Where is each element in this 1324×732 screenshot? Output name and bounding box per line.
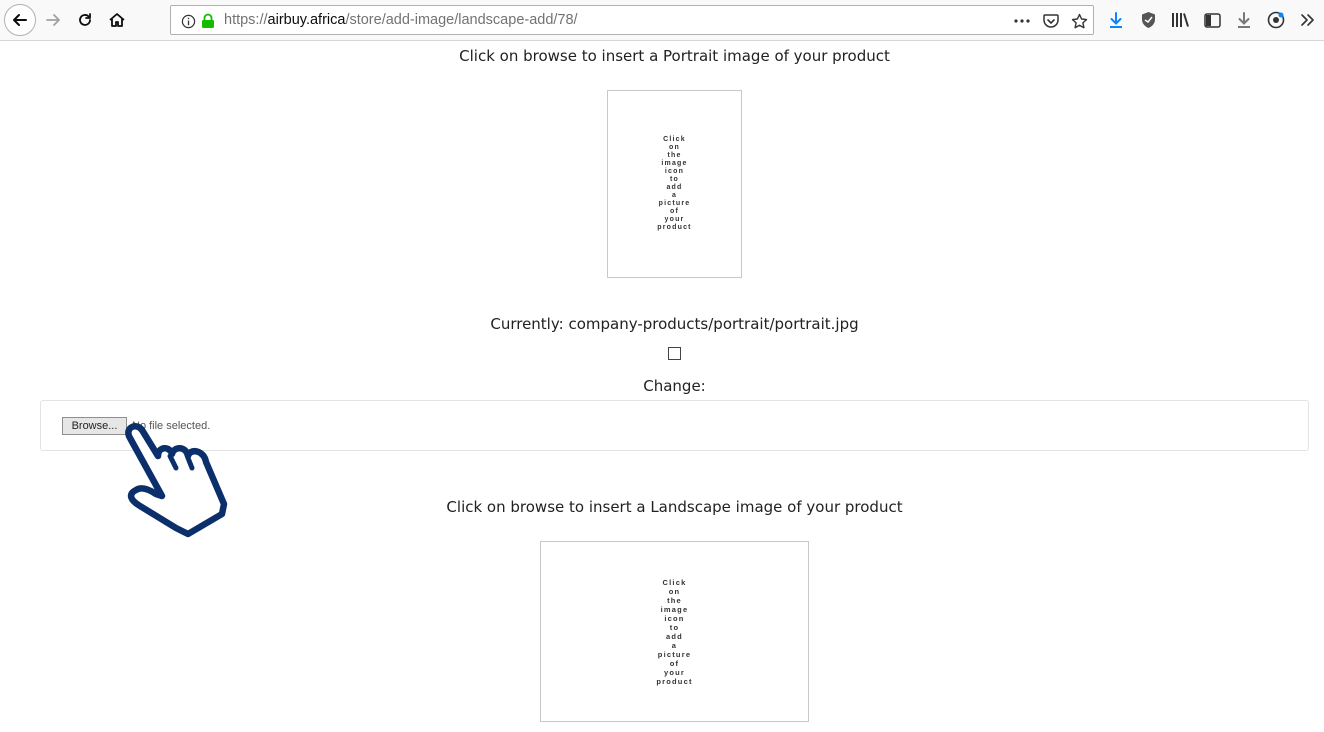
url-bar[interactable]: https://airbuy.africa/store/add-image/la… xyxy=(170,5,1094,35)
placeholder-word: a xyxy=(671,640,678,650)
placeholder-word: icon xyxy=(664,613,685,623)
reload-icon xyxy=(79,13,91,26)
placeholder-word: on xyxy=(669,144,680,151)
placeholder-word: add xyxy=(666,631,683,641)
back-arrow-icon xyxy=(13,14,27,26)
placeholder-word: of xyxy=(669,658,680,668)
url-text[interactable]: https://airbuy.africa/store/add-image/la… xyxy=(224,12,578,28)
home-button[interactable] xyxy=(104,8,130,32)
placeholder-word: picture xyxy=(657,649,692,659)
placeholder-word: product xyxy=(656,676,693,686)
clear-checkbox[interactable] xyxy=(668,347,681,360)
home-icon xyxy=(109,13,125,27)
placeholder-word: image xyxy=(661,160,688,167)
landscape-placeholder-text: Click on the image icon to add a picture… xyxy=(656,578,692,686)
shield-icon[interactable] xyxy=(1137,9,1159,31)
placeholder-word: to xyxy=(669,622,680,632)
placeholder-word: Click xyxy=(662,577,687,587)
url-path: /store/add-image/landscape-add/78/ xyxy=(345,12,578,28)
placeholder-word: the xyxy=(667,152,682,159)
landscape-caption: Click on browse to insert a Landscape im… xyxy=(446,498,903,516)
library-icon[interactable] xyxy=(1169,9,1191,31)
placeholder-word: a xyxy=(671,192,678,199)
forward-button[interactable] xyxy=(40,8,66,32)
url-host: airbuy.africa xyxy=(267,12,346,28)
placeholder-word: on xyxy=(668,586,681,596)
download-icon[interactable] xyxy=(1105,9,1127,31)
pocket-icon[interactable] xyxy=(1042,12,1060,30)
forward-arrow-icon xyxy=(46,14,60,26)
portrait-placeholder-text: Click on the image icon to add a picture… xyxy=(657,136,691,232)
placeholder-word: to xyxy=(669,176,679,183)
pointing-hand-icon xyxy=(125,423,228,538)
placeholder-word: product xyxy=(657,224,692,231)
change-label: Change: xyxy=(643,377,706,395)
back-button[interactable] xyxy=(4,4,36,36)
placeholder-word: of xyxy=(669,208,679,215)
portrait-caption: Click on browse to insert a Portrait ima… xyxy=(459,47,890,65)
placeholder-word: Click xyxy=(663,136,686,143)
browser-toolbar: https://airbuy.africa/store/add-image/la… xyxy=(0,0,1324,41)
placeholder-word: your xyxy=(664,216,685,223)
placeholder-word: icon xyxy=(664,168,685,175)
placeholder-word: image xyxy=(660,604,689,614)
portrait-image-placeholder[interactable]: Click on the image icon to add a picture… xyxy=(607,90,742,278)
currently-label: Currently: company-products/portrait/por… xyxy=(490,315,859,333)
lock-icon[interactable] xyxy=(199,12,217,30)
placeholder-word: add xyxy=(666,184,683,191)
url-scheme: https:// xyxy=(224,12,268,28)
reload-button[interactable] xyxy=(72,8,98,32)
info-icon[interactable] xyxy=(179,12,197,30)
overflow-icon[interactable] xyxy=(1297,9,1319,31)
placeholder-word: the xyxy=(667,595,682,605)
download-alt-icon[interactable] xyxy=(1233,9,1255,31)
star-icon[interactable] xyxy=(1070,12,1088,30)
placeholder-word: your xyxy=(663,667,686,677)
placeholder-word: picture xyxy=(658,200,691,207)
account-icon[interactable] xyxy=(1265,9,1287,31)
sidebar-icon[interactable] xyxy=(1201,9,1223,31)
more-icon[interactable] xyxy=(1013,12,1031,30)
landscape-image-placeholder[interactable]: Click on the image icon to add a picture… xyxy=(540,541,809,722)
